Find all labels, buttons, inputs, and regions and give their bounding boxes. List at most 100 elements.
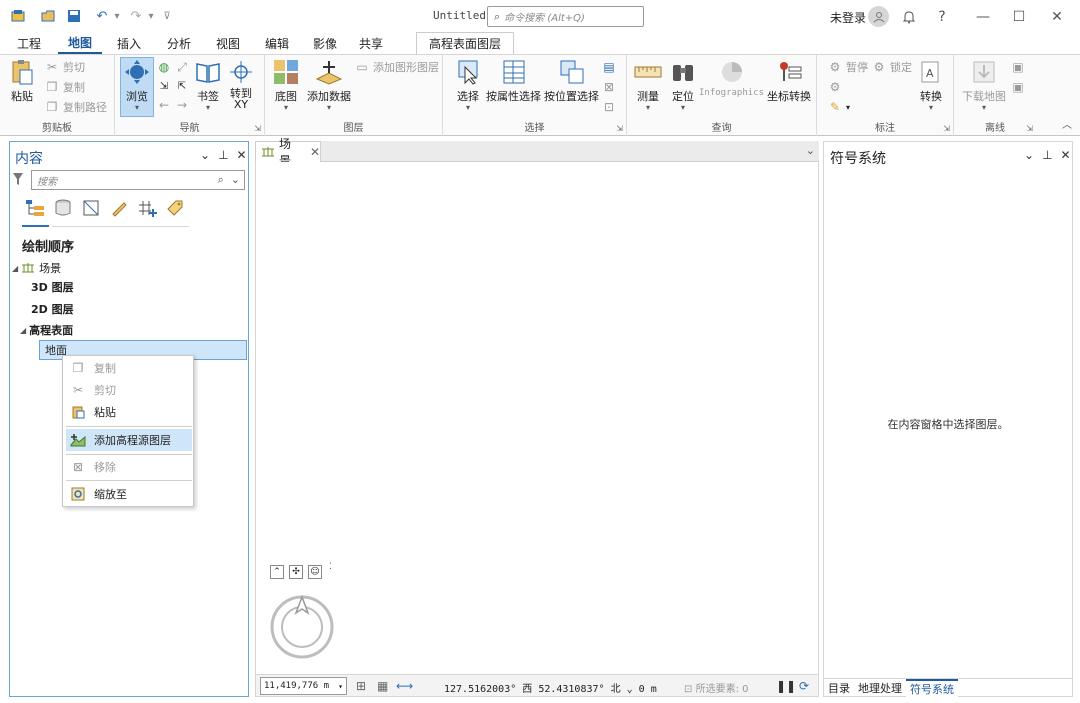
list-by-editing-icon[interactable] <box>108 197 130 219</box>
copy-button[interactable]: ❐ 复制 <box>44 78 85 96</box>
close-pane-icon[interactable]: ✕ <box>1061 148 1071 162</box>
convert-coordinates-button[interactable]: 坐标转换 <box>767 58 811 104</box>
zoom-to-selection-icon[interactable]: ⊡ <box>601 98 620 116</box>
remove-offline-icon[interactable]: ▣ <box>1010 78 1029 96</box>
add-graphics-layer-button[interactable]: ▭ 添加图形图层 <box>354 58 439 76</box>
tab-view[interactable]: 视图 <box>202 32 254 54</box>
bookmarks-dropdown-icon[interactable]: ▾ <box>206 104 210 112</box>
tab-analysis[interactable]: 分析 <box>156 32 202 54</box>
list-by-snapping-icon[interactable] <box>136 197 158 219</box>
collapse-ribbon-icon[interactable]: ︿ <box>1062 116 1072 131</box>
select-dropdown-icon[interactable]: ▾ <box>466 104 470 112</box>
refresh-icon[interactable]: ⟳ <box>799 679 809 693</box>
undo-icon[interactable]: ↶ <box>92 6 112 26</box>
locate-dropdown-icon[interactable]: ▾ <box>681 104 685 112</box>
fixed-zoom-out-icon[interactable]: ⇱ <box>174 77 193 95</box>
list-by-selection-icon[interactable] <box>80 197 102 219</box>
copy-path-button[interactable]: ❐ 复制路径 <box>44 98 107 116</box>
search-icon[interactable]: ⌕ ⌄ <box>218 173 240 187</box>
more-labeling-icon[interactable]: ⚙ <box>827 78 846 96</box>
tab-map[interactable]: 地图 <box>58 32 102 54</box>
pause-drawing-icon[interactable]: ❚❚ <box>776 679 796 693</box>
menu-item-paste[interactable]: 粘贴 <box>66 401 192 423</box>
pane-options-chevron-icon[interactable]: ⌄ <box>1024 148 1034 162</box>
forward-arrow-icon[interactable]: → <box>174 96 193 114</box>
bookmarks-button[interactable]: 书签 ▾ <box>194 58 222 112</box>
convert-labels-button[interactable]: A 转换 ▾ <box>917 58 945 112</box>
pin-icon[interactable]: ⊥ <box>218 148 228 162</box>
globe-small-icon[interactable]: ◍ <box>156 58 175 76</box>
menu-item-cut[interactable]: ✂ 剪切 <box>66 379 192 401</box>
collapse-triangle-icon[interactable]: ◢ <box>12 264 18 273</box>
fixed-zoom-in-icon[interactable]: ⇲ <box>156 77 175 95</box>
collapse-triangle-icon[interactable]: ◢ <box>20 326 26 335</box>
scene-canvas[interactable] <box>255 162 819 674</box>
open-project-icon[interactable] <box>38 6 58 26</box>
pane-options-chevron-icon[interactable]: ⌄ <box>200 148 210 162</box>
select-by-attributes-button[interactable]: 按属性选择 <box>486 58 541 104</box>
attributes-table-icon[interactable]: ▤ <box>601 58 620 76</box>
select-button[interactable]: 选择 ▾ <box>454 58 482 112</box>
navigator-more-icon[interactable]: ⁚ <box>329 562 332 572</box>
measure-dropdown-icon[interactable]: ▾ <box>646 104 650 112</box>
go-to-xy-button[interactable]: 转到 XY <box>227 58 255 110</box>
tab-elevation-surface-layer[interactable]: 高程表面图层 <box>416 32 515 54</box>
locate-button[interactable]: 定位 ▾ <box>669 58 697 112</box>
close-window-button[interactable]: ✕ <box>1046 6 1068 28</box>
add-data-dropdown-icon[interactable]: ▾ <box>327 104 331 112</box>
convert-labels-dropdown-icon[interactable]: ▾ <box>929 104 933 112</box>
tab-geoprocessing[interactable]: 地理处理 <box>854 679 906 697</box>
user-avatar-icon[interactable] <box>868 6 889 27</box>
toc-elevation-surfaces[interactable]: ◢ 高程表面 <box>20 322 73 338</box>
basemap-button[interactable]: 底图 ▾ <box>272 58 300 112</box>
tab-symbology[interactable]: 符号系统 <box>906 679 958 697</box>
pin-icon[interactable]: ⊥ <box>1042 148 1052 162</box>
customize-qat-icon[interactable]: ⊽ <box>162 11 172 22</box>
toc-3d-layers[interactable]: 3D 图层 <box>31 279 74 295</box>
maximize-button[interactable]: ☐ <box>1008 6 1030 28</box>
command-search-input[interactable]: ⌕ 命令搜索 (Alt+Q) <box>487 6 644 27</box>
basemap-dropdown-icon[interactable]: ▾ <box>284 104 288 112</box>
scene-view-tab[interactable]: 场景 ✕ <box>255 137 321 168</box>
toc-2d-layers[interactable]: 2D 图层 <box>31 301 74 317</box>
menu-item-remove[interactable]: ⊠ 移除 <box>66 456 192 478</box>
navigator-compass[interactable] <box>270 594 334 659</box>
list-by-data-source-icon[interactable] <box>52 197 74 219</box>
sync-icon[interactable]: ▣ <box>1010 58 1029 76</box>
navigator-collapse-icon[interactable]: ⌃ <box>270 565 284 579</box>
redo-dropdown-icon[interactable]: ▾ <box>146 11 156 22</box>
coordinate-format-dropdown-icon[interactable]: ⌄ <box>627 684 633 695</box>
undo-dropdown-icon[interactable]: ▾ <box>112 11 122 22</box>
navigate-launcher-icon[interactable]: ⇲ <box>254 124 261 133</box>
minimize-button[interactable]: — <box>972 6 994 28</box>
paste-button[interactable]: 粘贴 <box>8 58 36 104</box>
login-status[interactable]: 未登录 <box>830 9 866 26</box>
close-tab-icon[interactable]: ✕ <box>310 145 320 159</box>
download-map-button[interactable]: 下载地图 ▾ <box>962 58 1006 112</box>
cut-button[interactable]: ✂ 剪切 <box>44 58 85 76</box>
clear-selection-icon[interactable]: ⊠ <box>601 78 620 96</box>
close-pane-icon[interactable]: ✕ <box>237 148 247 162</box>
tab-share[interactable]: 共享 <box>350 32 392 54</box>
scale-dropdown-icon[interactable]: ▾ <box>338 682 343 691</box>
view-list-chevron-icon[interactable]: ⌄ <box>806 144 815 157</box>
infographics-button[interactable]: Infographics <box>699 58 764 98</box>
help-button[interactable]: ? <box>931 6 953 28</box>
redo-icon[interactable]: ↷ <box>126 6 146 26</box>
zoom-previous-icon[interactable]: ⤢ <box>174 58 193 76</box>
tab-project[interactable]: 工程 <box>0 32 58 54</box>
scale-selector[interactable]: 11,419,776 m ▾ <box>260 677 347 695</box>
menu-item-zoom-to[interactable]: 缩放至 <box>66 483 192 505</box>
toc-scene-item[interactable]: ◢ 场景 <box>12 260 61 276</box>
labeling-launcher-icon[interactable]: ⇲ <box>943 124 950 133</box>
lock-labels-button[interactable]: ⚙ 锁定 <box>871 58 912 76</box>
notifications-bell-icon[interactable] <box>898 6 920 28</box>
explore-dropdown-icon[interactable]: ▾ <box>135 104 139 112</box>
menu-item-add-elevation-source[interactable]: 添加高程源图层 <box>66 429 192 451</box>
download-map-dropdown-icon[interactable]: ▾ <box>982 104 986 112</box>
navigator-first-person-icon[interactable]: ☺ <box>308 565 322 579</box>
filter-icon[interactable] <box>12 172 24 190</box>
contents-search-input[interactable]: 搜索 ⌕ ⌄ <box>31 170 245 190</box>
grid-snap-icon[interactable]: ⊞ <box>356 679 366 693</box>
tab-imagery[interactable]: 影像 <box>300 32 350 54</box>
